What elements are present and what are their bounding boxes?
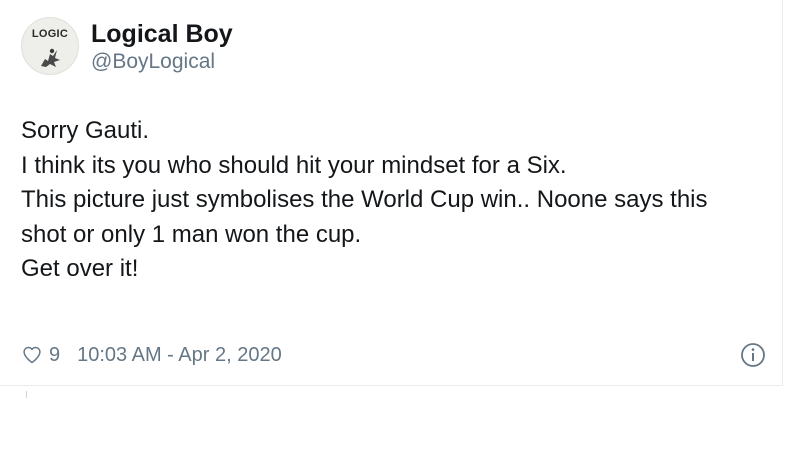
avatar-logo-text: LOGIC [31,28,69,40]
tweet-text: Sorry Gauti. I think its you who should … [21,114,771,287]
tweet-card: LOGIC Logical Boy @BoyLogical Sorry Gaut… [0,0,783,386]
tweet-text-line: I think its you who should hit your mind… [21,151,567,179]
author-names: Logical Boy @BoyLogical [91,19,233,75]
tweet-text-line: This picture just symbolises the World C… [21,186,708,213]
info-icon[interactable] [740,342,766,368]
heart-icon [23,346,41,364]
thread-line-bottom [26,391,27,398]
display-name[interactable]: Logical Boy [91,19,233,49]
user-handle[interactable]: @BoyLogical [91,49,233,75]
like-count: 9 [49,343,61,366]
tweet-text-line: Get over it! [21,255,139,282]
tweet-text-line: Sorry Gauti. [21,117,150,144]
tweet-footer: 9 10:03 AM - Apr 2, 2020 [22,340,766,370]
like-button[interactable]: 9 [22,344,60,367]
avatar-figure-icon [41,48,60,67]
avatar[interactable]: LOGIC [21,17,79,75]
timestamp-link[interactable]: 10:03 AM - Apr 2, 2020 [77,344,282,367]
tweet-text-line: shot or only 1 man won the cup. [21,220,362,248]
page: LOGIC Logical Boy @BoyLogical Sorry Gaut… [0,0,800,451]
tweet-header: LOGIC Logical Boy @BoyLogical [21,17,233,93]
